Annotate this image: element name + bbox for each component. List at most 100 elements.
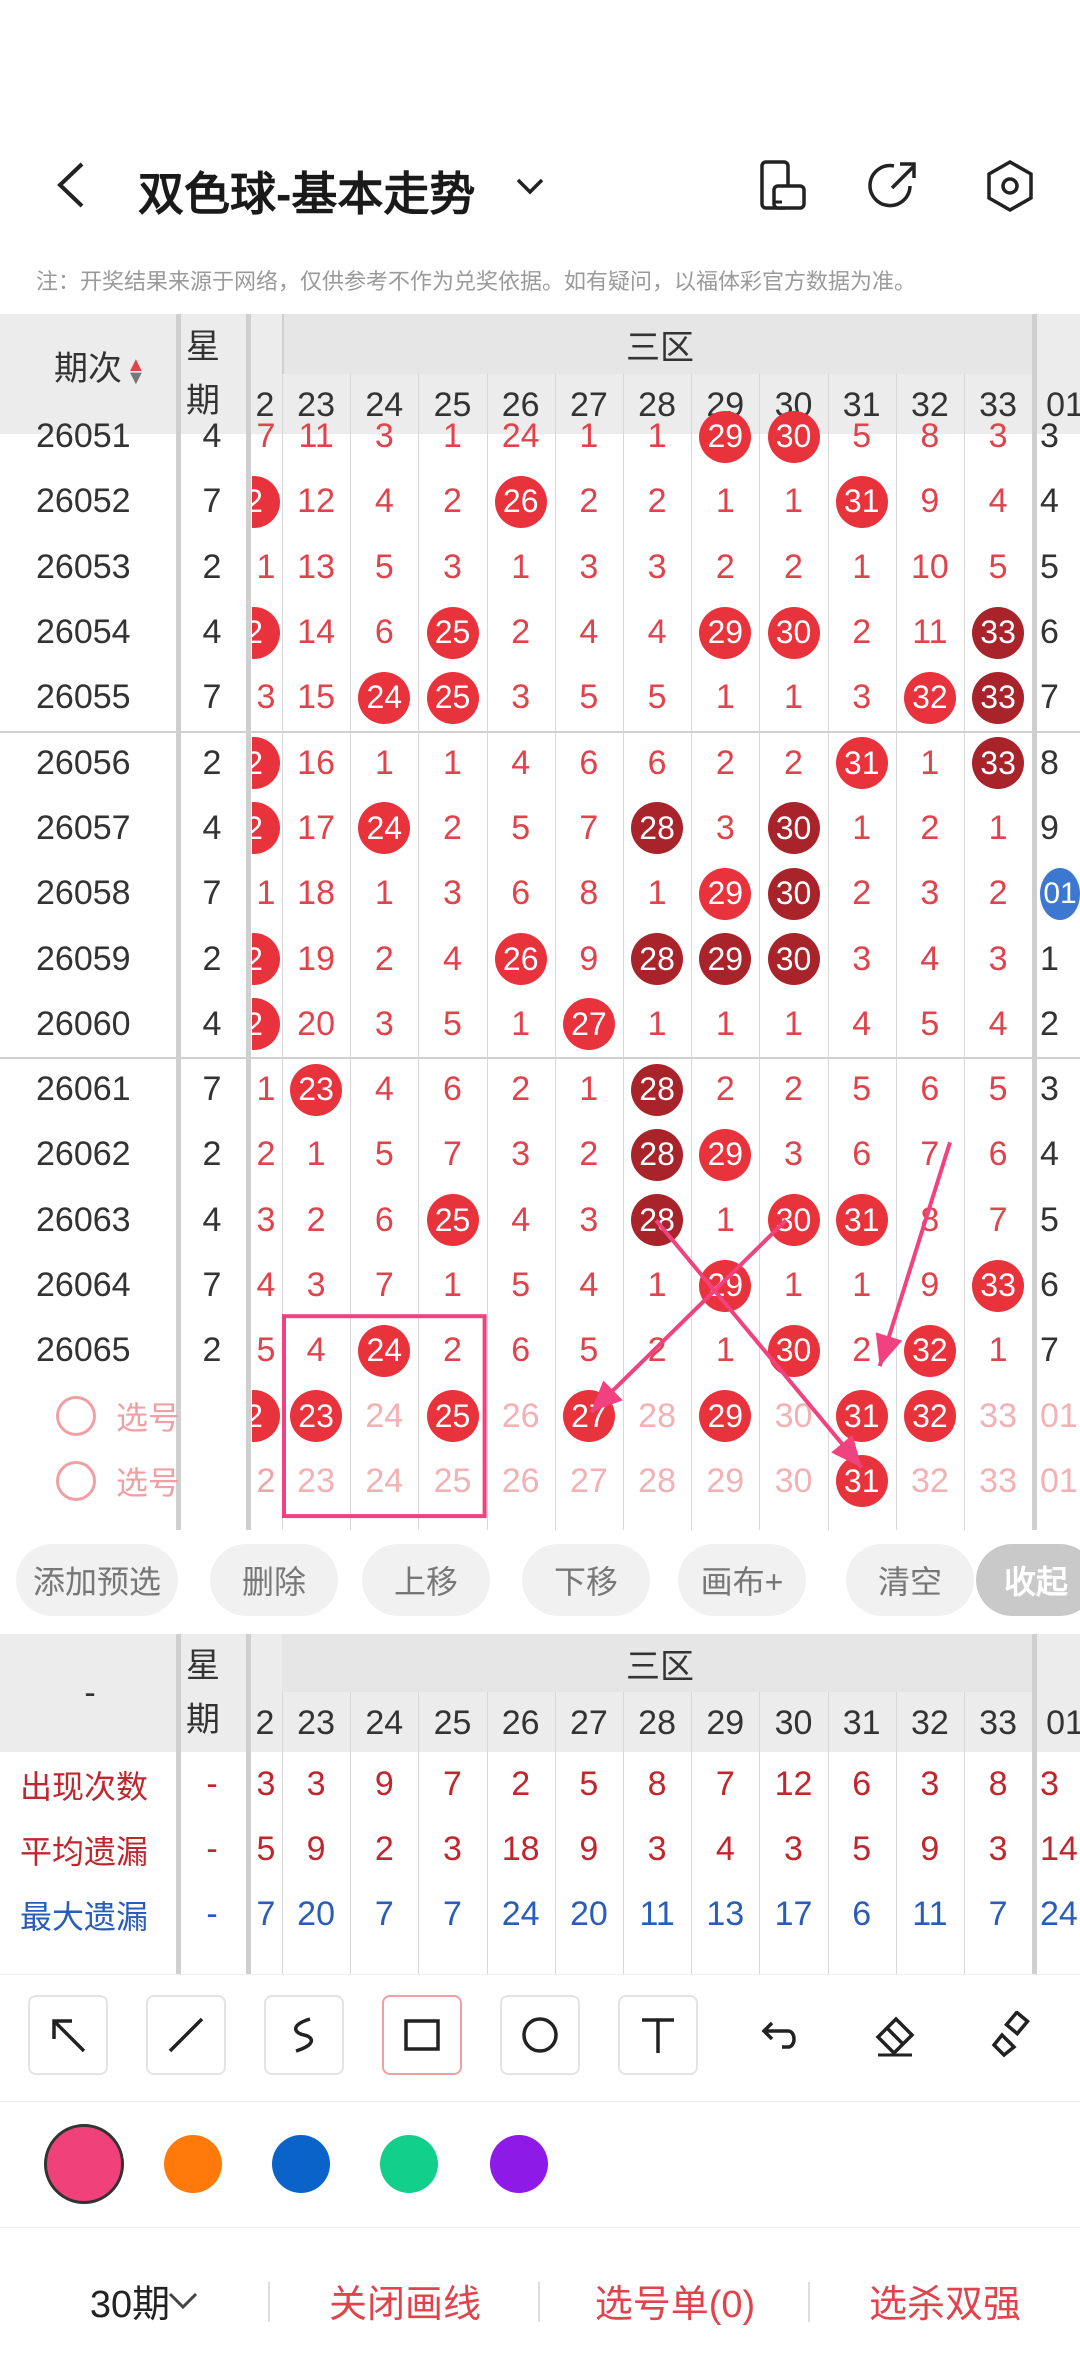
settings-icon[interactable] <box>980 156 1040 216</box>
partial-cell: 14 <box>1040 1830 1078 1868</box>
footer-bar: 30期 关闭画线 选号单(0) 选杀双强 <box>0 2232 1080 2372</box>
color-swatch[interactable] <box>490 2135 548 2193</box>
rectangle-tool-button[interactable] <box>382 1995 462 2075</box>
arrow-icon <box>52 2019 86 2053</box>
collapse-button[interactable]: 收起 <box>976 1544 1080 1616</box>
drawn-arrow <box>654 1218 864 1469</box>
color-swatch[interactable] <box>272 2135 330 2193</box>
stats-value-cell: 3 <box>920 1765 940 1803</box>
stats-value-cell: 18 <box>501 1830 540 1868</box>
action-button[interactable]: 添加预选 <box>16 1544 178 1616</box>
chevron-down-icon[interactable] <box>510 166 550 206</box>
partial-cell: 24 <box>1040 1895 1078 1933</box>
stats-value-cell: 8 <box>988 1765 1008 1803</box>
stats-value-cell: 12 <box>774 1765 813 1803</box>
stats-value-cell: 7 <box>374 1895 394 1933</box>
period-select-label: 30期 <box>89 2283 171 2326</box>
action-button[interactable]: 清空 <box>846 1544 974 1616</box>
stats-value-cell: 20 <box>297 1895 335 1933</box>
color-swatch[interactable] <box>380 2135 438 2193</box>
stats-value-cell: 13 <box>706 1895 745 1933</box>
stats-value-cell: 5 <box>579 1765 599 1803</box>
stats-value-cell: 2 <box>374 1830 394 1868</box>
stats-header-dash: - <box>84 1673 96 1712</box>
disclaimer-note: 注：开奖结果来源于网络，仅供参考不作为兑奖依据。如有疑问，以福体彩官方数据为准。 <box>36 269 917 294</box>
clear-tool-button[interactable] <box>972 1995 1052 2075</box>
stats-value-cell: 11 <box>912 1895 948 1933</box>
action-button-row: 添加预选 删除 上移 下移 画布+ 清空 收起 <box>0 1530 1080 1630</box>
divider <box>176 1634 181 1974</box>
stats-value-cell: 5 <box>852 1830 872 1868</box>
footer-divider <box>268 2282 270 2322</box>
action-button[interactable]: 画布+ <box>678 1544 806 1616</box>
stats-value-cell: 2 <box>511 1765 531 1803</box>
column-header-number: 28 <box>638 1703 676 1742</box>
header-bar: 双色球-基本走势 <box>0 120 1080 250</box>
drawn-arrow-head <box>831 1434 862 1468</box>
column-header-number: 25 <box>433 1703 472 1742</box>
clear-icon <box>991 2011 1030 2058</box>
column-header-number: 24 <box>365 1703 404 1742</box>
stats-week-cell: - <box>206 1830 218 1868</box>
stats-value-cell: 20 <box>569 1895 608 1933</box>
column-header-week: 星期 <box>186 1647 220 1739</box>
zone-label: 三区 <box>626 1647 694 1686</box>
column-header-number: 33 <box>979 1703 1017 1742</box>
undo-icon <box>761 2021 796 2049</box>
arrow-tool-button[interactable] <box>28 1995 108 2075</box>
column-header-number: 29 <box>706 1703 745 1742</box>
line-tool-button[interactable] <box>146 1995 226 2075</box>
close-draw-button[interactable]: 关闭画线 <box>300 2262 510 2338</box>
stats-value-cell: 7 <box>443 1765 462 1803</box>
column-header-number: 2 <box>255 1703 275 1742</box>
share-icon[interactable] <box>864 156 924 216</box>
kill-button[interactable]: 选杀双强 <box>840 2262 1050 2338</box>
pick-list-button[interactable]: 选号单(0) <box>570 2262 780 2338</box>
column-header-number: 30 <box>774 1703 813 1742</box>
drawn-arrow <box>877 1141 952 1367</box>
stats-row-bg <box>0 1947 1080 1974</box>
footer-divider <box>538 2282 540 2322</box>
color-swatch[interactable] <box>44 2124 124 2204</box>
column-header-number: 26 <box>501 1703 540 1742</box>
circle-icon <box>522 2017 558 2053</box>
divider <box>1032 1634 1037 1974</box>
stats-value-cell: 8 <box>647 1765 667 1803</box>
line-icon <box>168 2017 204 2053</box>
page-title[interactable]: 双色球-基本走势 <box>138 158 475 224</box>
stats-table: - 星期 三区 2 23 24 25 26 27 28 29 30 31 32 33 01 出现次数 -3 3 9 7 2… <box>0 1634 1080 1974</box>
curve-icon <box>294 2017 313 2053</box>
footer-divider <box>808 2282 810 2322</box>
column-header-number: 01 <box>1046 1703 1080 1742</box>
color-swatch[interactable] <box>164 2135 222 2193</box>
stats-value-cell: 7 <box>443 1895 462 1933</box>
trend-table[interactable]: 期次 ▲ ▼ 星期 三区 2 23 24 25 26 27 28 29 30 31 32 33 01 26051 4 7… <box>0 314 1080 1530</box>
color-palette <box>0 2104 1080 2228</box>
circle-tool-button[interactable] <box>500 1995 580 2075</box>
stats-value-cell: 11 <box>639 1895 675 1933</box>
action-button[interactable]: 上移 <box>362 1544 490 1616</box>
text-tool-button[interactable] <box>618 1995 698 2075</box>
undo-tool-button[interactable] <box>736 1995 816 2075</box>
text-icon <box>642 2018 674 2053</box>
curve-tool-button[interactable] <box>264 1995 344 2075</box>
eraser-tool-button[interactable] <box>854 1995 934 2075</box>
stats-value-cell: 17 <box>774 1895 813 1933</box>
rotate-screen-icon[interactable] <box>752 156 812 216</box>
chevron-down-icon[interactable] <box>166 2288 200 2314</box>
stats-value-cell: 3 <box>443 1830 462 1868</box>
stats-row-label: 出现次数 <box>20 1768 149 1805</box>
stats-value-cell: 3 <box>306 1765 326 1803</box>
stats-value-cell: 7 <box>715 1765 735 1803</box>
action-button[interactable]: 下移 <box>522 1544 650 1616</box>
column-header-number: 23 <box>297 1703 335 1742</box>
stats-value-cell: 7 <box>988 1895 1008 1933</box>
stats-value-cell: 6 <box>852 1765 872 1803</box>
back-arrow-icon[interactable] <box>52 160 92 210</box>
partial-cell: 3 <box>1040 1765 1059 1803</box>
action-button[interactable]: 删除 <box>210 1544 338 1616</box>
stats-week-cell: - <box>206 1765 218 1803</box>
drawing-toolbar <box>0 1974 1080 2102</box>
rectangle-icon <box>404 2019 440 2051</box>
partial-cell: 7 <box>256 1895 276 1933</box>
